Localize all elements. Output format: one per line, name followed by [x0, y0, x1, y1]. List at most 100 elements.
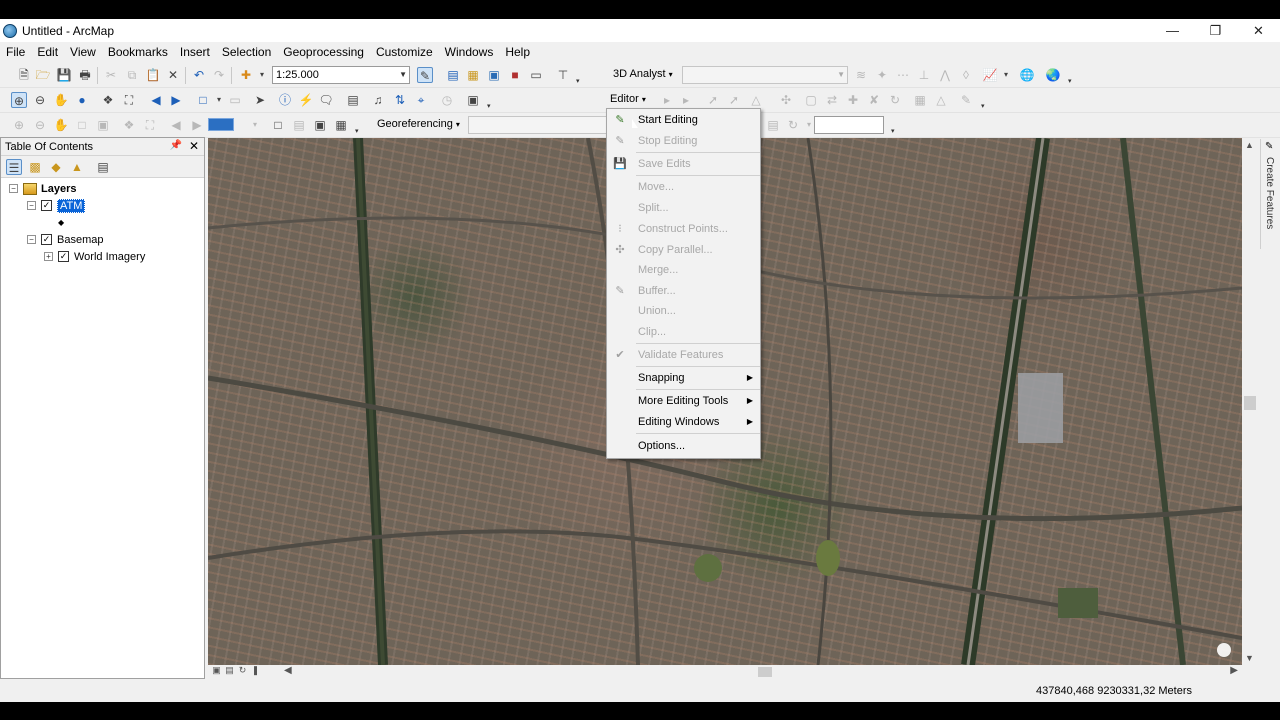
world-imagery-layer-label[interactable]: World Imagery — [74, 251, 145, 263]
create-features-dock[interactable]: ✎ Create Features — [1260, 139, 1280, 249]
scroll-right-icon[interactable]: ▶ — [1230, 665, 1238, 676]
split-tool-icon[interactable]: ✘ — [866, 92, 882, 108]
layout-forward-icon[interactable]: ▶ — [189, 117, 205, 133]
undo-icon[interactable]: ↶ — [191, 67, 207, 83]
print-icon[interactable]: 🖶 — [77, 67, 93, 83]
catalog-icon[interactable]: ▦ — [465, 67, 481, 83]
create-features-label[interactable]: Create Features — [1264, 157, 1275, 229]
layout-back-icon[interactable]: ◀ — [168, 117, 184, 133]
scroll-up-icon[interactable]: ▲ — [1245, 140, 1254, 150]
redo-icon[interactable]: ↷ — [211, 67, 227, 83]
arcscene-globe-icon[interactable]: 🌐 — [1019, 67, 1035, 83]
map-horizontal-scrollbar[interactable]: ◀ ▶ — [208, 665, 1242, 679]
time-slider-icon[interactable]: ◷ — [439, 92, 455, 108]
list-by-drawing-order-icon[interactable]: ☰ — [6, 159, 22, 175]
select-features-icon[interactable]: □ — [195, 92, 211, 108]
model-builder-icon[interactable]: ⊤ — [555, 67, 571, 83]
profile-graph-icon[interactable]: 📈 — [982, 67, 998, 83]
menu-insert[interactable]: Insert — [174, 42, 216, 62]
interpolate-line-icon[interactable]: ⋀ — [937, 67, 953, 83]
minimize-button[interactable]: — — [1151, 19, 1194, 42]
forward-arrow-icon[interactable]: ▶ — [168, 92, 184, 108]
full-extent-globe-icon[interactable]: ● — [74, 92, 90, 108]
list-by-selection-icon[interactable]: ▲ — [69, 159, 85, 175]
edit-tool-icon[interactable]: ▸ — [659, 92, 675, 108]
toolbar-grip-icon[interactable]: ▾ — [981, 103, 987, 110]
zoom-out-icon[interactable]: ⊖ — [32, 92, 48, 108]
cut-polygons-icon[interactable]: ✚ — [845, 92, 861, 108]
fixed-layout-zoom-in-icon[interactable]: ❖ — [121, 117, 137, 133]
hyperlink-icon[interactable]: ⚡ — [298, 92, 314, 108]
arctoolbox-icon[interactable]: ■ — [507, 67, 523, 83]
atm-visibility-checkbox[interactable]: ✓ — [41, 200, 52, 211]
clear-selection-icon[interactable]: ▭ — [227, 92, 243, 108]
data-view-icon[interactable]: ▣ — [211, 665, 222, 676]
menu-file[interactable]: File — [0, 42, 31, 62]
map-scale-combo[interactable]: 1:25.000 ▼ — [272, 66, 410, 84]
layers-dataframe-row[interactable]: − Layers — [9, 180, 76, 197]
atm-point-symbol[interactable]: ◆ — [58, 214, 64, 231]
menu-selection[interactable]: Selection — [216, 42, 277, 62]
table-of-contents-icon[interactable]: ▤ — [445, 67, 461, 83]
menu-edit[interactable]: Edit — [31, 42, 64, 62]
find-route-icon[interactable]: ⇅ — [392, 92, 408, 108]
edit-vertices-icon[interactable]: ▢ — [803, 92, 819, 108]
editor-menu-button[interactable]: Editor ▾ — [610, 93, 646, 105]
fixed-zoom-in-icon[interactable]: ❖ — [100, 92, 116, 108]
collapse-icon[interactable]: − — [27, 235, 36, 244]
menu-customize[interactable]: Customize — [370, 42, 439, 62]
new-document-icon[interactable]: 🗎 — [16, 67, 32, 83]
map-vertical-scrollbar[interactable]: ▲ ▼ — [1242, 138, 1258, 665]
georeferencing-menu[interactable]: Georeferencing ▾ — [377, 118, 460, 130]
toolbar-grip-icon[interactable]: ▾ — [1068, 78, 1074, 85]
zoom-in-icon[interactable]: ⊕ — [11, 92, 27, 108]
find-binoculars-icon[interactable]: ♫ — [370, 92, 386, 108]
layout-zoom-percent-combo[interactable] — [208, 118, 234, 131]
toolbar-grip-icon[interactable]: ▾ — [576, 78, 582, 85]
cut-icon[interactable]: ✂ — [103, 67, 119, 83]
layout-zoom-out-icon[interactable]: ⊖ — [32, 117, 48, 133]
menu-snapping[interactable]: Snapping ▶ — [607, 368, 760, 388]
menu-start-editing[interactable]: ✎ Start Editing — [607, 110, 760, 130]
interpolate-point-icon[interactable]: ⊥ — [916, 67, 932, 83]
profile-graph-dropdown-icon[interactable]: ▾ — [998, 67, 1014, 83]
vertical-scroll-thumb[interactable] — [1244, 396, 1256, 410]
menu-help[interactable]: Help — [499, 42, 536, 62]
interpolate-polygon-icon[interactable]: ◊ — [958, 67, 974, 83]
scroll-down-icon[interactable]: ▼ — [1245, 653, 1254, 663]
attributes-icon[interactable]: ▦ — [912, 92, 928, 108]
menu-windows[interactable]: Windows — [439, 42, 500, 62]
pin-icon[interactable]: 📌 — [170, 140, 182, 151]
toc-options-icon[interactable]: ▤ — [95, 159, 111, 175]
editor-toolbar-icon[interactable]: ✎ — [417, 67, 433, 83]
layout-view-icon[interactable]: ▤ — [224, 665, 235, 676]
fixed-zoom-out-icon[interactable]: ⛶ — [121, 92, 137, 108]
zoom-whole-page-icon[interactable]: □ — [74, 117, 90, 133]
menu-geoprocessing[interactable]: Geoprocessing — [277, 42, 370, 62]
close-icon[interactable]: ✕ — [189, 139, 199, 153]
create-contour-icon[interactable]: ≋ — [853, 67, 869, 83]
list-by-source-icon[interactable]: ▩ — [27, 159, 43, 175]
back-arrow-icon[interactable]: ◀ — [148, 92, 164, 108]
layout-pan-icon[interactable]: ✋ — [53, 117, 69, 133]
arcglobe-icon[interactable]: 🌏 — [1045, 67, 1061, 83]
pause-drawing-icon[interactable]: ❚ — [250, 665, 261, 676]
menu-options[interactable]: Options... — [607, 436, 760, 456]
3d-analyst-layer-combo[interactable]: ▼ — [682, 66, 848, 84]
basemap-layer-row[interactable]: − ✓ Basemap — [27, 231, 103, 248]
create-features-icon[interactable]: ✎ — [958, 92, 974, 108]
point-icon[interactable]: ✣ — [778, 92, 794, 108]
3d-analyst-menu[interactable]: 3D Analyst ▾ — [613, 68, 673, 80]
sketch-properties-icon[interactable]: △ — [933, 92, 949, 108]
atm-layer-label[interactable]: ATM — [57, 198, 86, 213]
add-data-dropdown-icon[interactable]: ▾ — [254, 67, 270, 83]
collapse-icon[interactable]: − — [9, 184, 18, 193]
toolbar-grip-icon[interactable]: ▾ — [355, 128, 361, 135]
rotate-tool-icon[interactable]: ↻ — [887, 92, 903, 108]
identify-icon[interactable]: ⓘ — [277, 92, 293, 108]
create-viewer-window-icon[interactable]: ▣ — [465, 92, 481, 108]
reshape-feature-icon[interactable]: ⇄ — [824, 92, 840, 108]
fixed-layout-zoom-out-icon[interactable]: ⛶ — [142, 117, 158, 133]
toolbar-grip-icon[interactable]: ▾ — [487, 103, 493, 110]
atm-layer-row[interactable]: − ✓ ATM — [27, 197, 86, 214]
